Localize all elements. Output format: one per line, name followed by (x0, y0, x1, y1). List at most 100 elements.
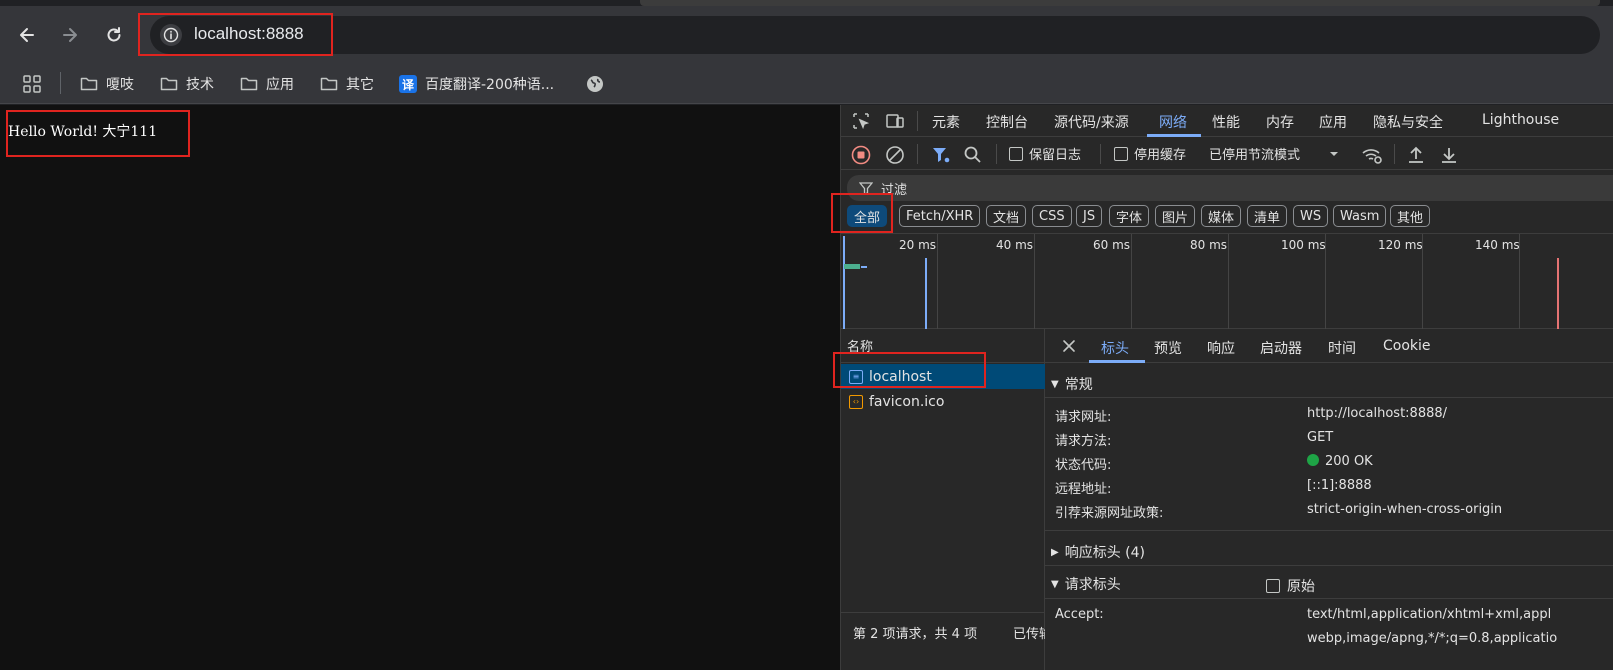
chip-font[interactable]: 字体 (1109, 205, 1150, 227)
preserve-log-checkbox[interactable] (1009, 146, 1023, 161)
triangle-down-icon: ▼ (1051, 578, 1059, 590)
tab-timing[interactable]: 时间 (1328, 338, 1356, 358)
image-file-icon: ‹› (849, 394, 863, 409)
request-name: localhost (869, 368, 932, 385)
disable-cache-checkbox[interactable] (1114, 146, 1128, 161)
chevron-down-icon (1330, 151, 1339, 156)
chip-other[interactable]: 其他 (1390, 205, 1431, 227)
chip-img[interactable]: 图片 (1155, 205, 1196, 227)
preserve-log-toggle[interactable]: 保留日志 (1009, 144, 1081, 163)
forward-button[interactable] (55, 20, 85, 50)
back-button[interactable] (12, 20, 42, 50)
tab-console[interactable]: 控制台 (986, 112, 1028, 132)
export-har-icon[interactable] (1439, 145, 1459, 165)
bookmark-folder-2[interactable]: 技术 (160, 72, 214, 96)
tab-headers[interactable]: 标头 (1101, 338, 1129, 358)
globe-icon[interactable] (586, 75, 604, 93)
close-icon[interactable] (1061, 338, 1077, 354)
chip-media[interactable]: 媒体 (1201, 205, 1242, 227)
general-section-toggle[interactable]: ▼ 常规 (1051, 374, 1093, 394)
clear-icon[interactable] (885, 145, 905, 165)
devtools-panel: 元素 控制台 源代码/来源 网络 性能 内存 应用 隐私与安全 Lighthou… (840, 105, 1613, 670)
timeline-tick-label: 100 ms (1281, 238, 1326, 252)
address-bar[interactable]: localhost:8888 (150, 16, 1600, 54)
tab-application[interactable]: 应用 (1319, 112, 1347, 132)
import-har-icon[interactable] (1406, 145, 1426, 165)
tab-lighthouse[interactable]: Lighthouse (1482, 112, 1559, 128)
raw-headers-toggle[interactable]: 原始 (1266, 576, 1315, 596)
request-headers-toggle[interactable]: ▼ 请求标头 (1051, 574, 1121, 594)
request-method-key: 请求方法: (1055, 434, 1112, 449)
chip-css[interactable]: CSS (1032, 205, 1072, 227)
timeline-tick-label: 140 ms (1475, 238, 1520, 252)
network-conditions-icon[interactable] (1361, 145, 1383, 165)
response-headers-toggle[interactable]: ▶ 响应标头 (4) (1051, 542, 1145, 562)
inspect-element-icon[interactable] (851, 111, 871, 131)
device-toolbar-icon[interactable] (885, 111, 905, 131)
chip-all[interactable]: 全部 (847, 205, 888, 227)
bookmark-folder-3[interactable]: 应用 (240, 72, 294, 96)
timeline-start-marker (843, 236, 845, 330)
info-icon (163, 27, 179, 43)
tab-performance[interactable]: 性能 (1212, 112, 1240, 132)
request-count: 第 2 项请求，共 4 项 (853, 627, 978, 642)
bookmark-label: 嗄吱 (106, 77, 134, 93)
accept-value: text/html,application/xhtml+xml,appl (1307, 607, 1552, 622)
controls-divider (1394, 144, 1395, 164)
disable-cache-toggle[interactable]: 停用缓存 (1114, 144, 1186, 163)
browser-toolbar: localhost:8888 (0, 6, 1613, 64)
accept-value-continued: webp,image/apng,*/*;q=0.8,applicatio (1307, 631, 1558, 646)
name-column-header[interactable]: 名称 (847, 336, 873, 355)
chip-fetch-xhr[interactable]: Fetch/XHR (899, 205, 981, 227)
network-overview-timeline[interactable]: 20 ms 40 ms 60 ms 80 ms 100 ms 120 ms 14… (841, 233, 1613, 330)
throttling-value: 已停用节流模式 (1209, 148, 1301, 163)
preserve-log-label: 保留日志 (1029, 148, 1082, 163)
request-list: 名称 ≡ localhost ‹› favicon.ico 第 2 项请求，共 … (841, 329, 1052, 670)
site-info-button[interactable] (160, 24, 182, 46)
page-viewport: Hello World! 大宁111 (0, 105, 840, 670)
referrer-policy-key: 引荐来源网址政策: (1055, 506, 1164, 521)
bookmark-label: 百度翻译-200种语... (425, 77, 555, 93)
bookmark-folder-4[interactable]: 其它 (320, 72, 374, 96)
tab-preview[interactable]: 预览 (1154, 338, 1182, 358)
tab-elements[interactable]: 元素 (932, 112, 960, 132)
back-icon (20, 28, 34, 42)
translate-icon: 译 (399, 75, 417, 93)
timeline-gridline (937, 234, 938, 330)
url-text[interactable]: localhost:8888 (194, 24, 304, 44)
devtools-tab-bar: 元素 控制台 源代码/来源 网络 性能 内存 应用 隐私与安全 Lighthou… (841, 105, 1613, 137)
tab-cookies[interactable]: Cookie (1383, 338, 1431, 354)
reload-button[interactable] (99, 20, 129, 50)
filter-icon[interactable] (931, 145, 951, 165)
tab-response[interactable]: 响应 (1207, 338, 1235, 358)
section-divider (1045, 565, 1613, 566)
document-icon: ≡ (849, 369, 863, 384)
tab-privacy-security[interactable]: 隐私与安全 (1373, 112, 1443, 132)
bookmark-translate[interactable]: 译 百度翻译-200种语... (399, 72, 554, 96)
tab-initiator[interactable]: 启动器 (1260, 338, 1302, 358)
timeline-gridline (1034, 234, 1035, 330)
throttling-select[interactable]: 已停用节流模式 (1209, 144, 1340, 163)
tab-memory[interactable]: 内存 (1266, 112, 1294, 132)
request-row-localhost[interactable]: ≡ localhost (841, 364, 1045, 389)
apps-grid-icon[interactable] (22, 74, 42, 94)
record-stop-icon[interactable] (851, 145, 871, 165)
chip-js[interactable]: JS (1076, 205, 1103, 227)
tab-network[interactable]: 网络 (1159, 112, 1187, 132)
detail-tab-bar: 标头 预览 响应 启动器 时间 Cookie (1045, 329, 1613, 363)
controls-divider (917, 144, 918, 164)
bookmark-label: 技术 (186, 77, 214, 93)
chip-manifest[interactable]: 清单 (1247, 205, 1288, 227)
section-divider (1045, 397, 1613, 398)
request-bar (844, 264, 860, 269)
bookmark-folder-1[interactable]: 嗄吱 (80, 72, 134, 96)
chip-wasm[interactable]: Wasm (1333, 205, 1387, 227)
raw-checkbox[interactable] (1266, 579, 1280, 593)
chip-doc[interactable]: 文档 (986, 205, 1027, 227)
tab-sources[interactable]: 源代码/来源 (1054, 112, 1129, 132)
filter-input[interactable]: 过滤 (847, 175, 1613, 201)
chip-ws[interactable]: WS (1293, 205, 1329, 227)
request-row-favicon[interactable]: ‹› favicon.ico (841, 389, 1045, 414)
search-icon[interactable] (963, 145, 983, 165)
bookmarks-bar: 嗄吱 技术 应用 其它 译 百度翻译-200种语... (0, 64, 1613, 104)
